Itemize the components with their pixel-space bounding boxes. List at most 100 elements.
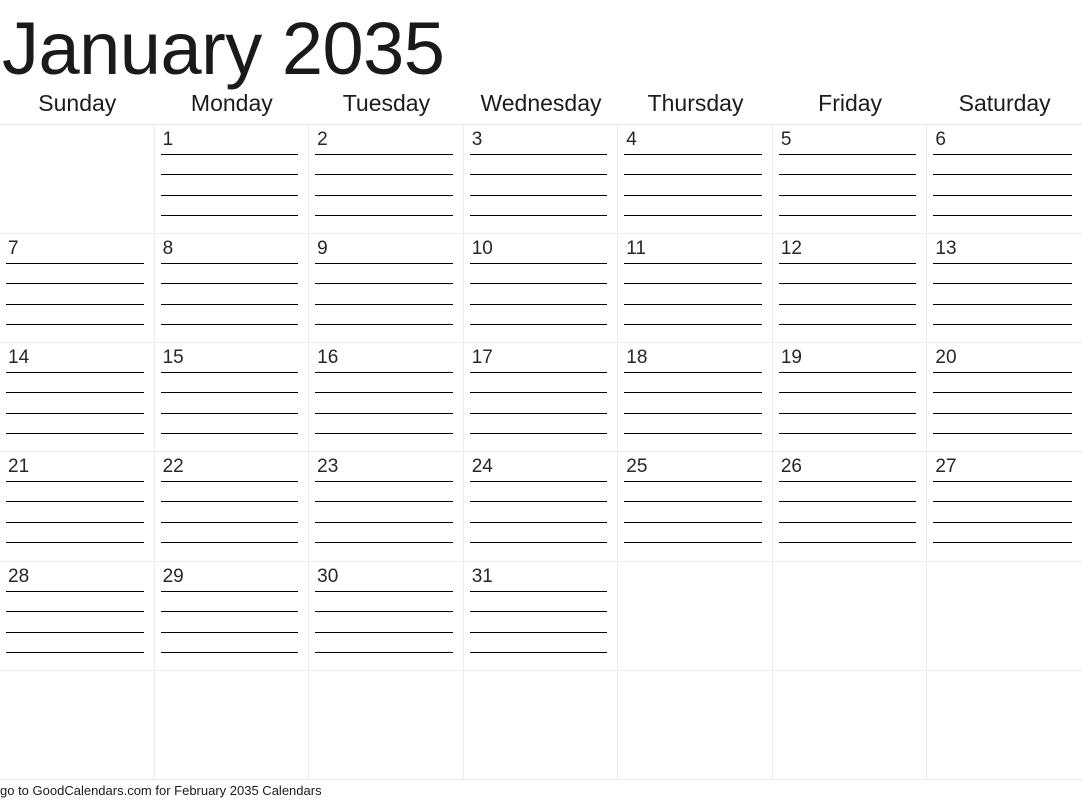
day-number: 22 <box>162 456 184 478</box>
note-rule-line <box>933 283 1072 285</box>
note-rule-lines <box>469 589 608 661</box>
note-rule-line <box>778 501 917 503</box>
note-rule-line <box>624 283 762 285</box>
day-cell-empty[interactable] <box>463 670 619 779</box>
note-rule-line <box>469 392 608 394</box>
day-cell-empty[interactable] <box>927 670 1082 779</box>
note-rule-line <box>160 501 299 503</box>
day-number: 24 <box>471 456 493 478</box>
day-cell[interactable]: 30 <box>309 561 464 670</box>
week-row: 14 15 16 17 18 19 20 <box>0 343 1082 453</box>
day-number: 6 <box>935 129 946 150</box>
note-rule-line <box>469 372 608 374</box>
note-rule-line <box>160 631 299 633</box>
note-rule-line <box>160 215 299 216</box>
note-rule-lines <box>624 479 762 551</box>
day-cell[interactable]: 6 <box>927 125 1082 234</box>
note-rule-line <box>315 501 453 503</box>
note-rule-lines <box>933 479 1072 551</box>
day-cell[interactable]: 19 <box>772 343 928 452</box>
day-cell-empty[interactable] <box>309 670 464 779</box>
day-cell[interactable]: 29 <box>154 561 310 670</box>
day-cell[interactable]: 16 <box>309 343 464 452</box>
note-rule-line <box>160 154 299 155</box>
note-rule-line <box>624 501 762 503</box>
day-cell[interactable]: 5 <box>772 125 928 234</box>
day-cell[interactable]: 12 <box>772 234 928 343</box>
day-cell[interactable]: 8 <box>154 234 310 343</box>
weekday-header-tuesday: Tuesday <box>342 90 431 116</box>
note-rule-lines <box>6 589 144 661</box>
note-rule-line <box>160 522 299 524</box>
day-number: 10 <box>471 238 493 260</box>
day-cell[interactable]: 28 <box>0 561 155 670</box>
day-cell[interactable]: 18 <box>618 343 773 452</box>
note-rule-line <box>469 283 608 285</box>
note-rule-line <box>933 542 1072 544</box>
day-cell[interactable]: 26 <box>772 452 928 561</box>
day-number: 19 <box>780 347 802 369</box>
week-row: 28 29 30 31 <box>0 561 1082 671</box>
day-cell-empty[interactable] <box>772 670 928 779</box>
day-cell[interactable]: 2 <box>309 125 464 234</box>
note-rule-line <box>160 195 299 196</box>
day-cell-empty[interactable] <box>0 125 155 234</box>
note-rule-line <box>160 542 299 544</box>
note-rule-line <box>315 542 453 544</box>
day-cell[interactable]: 7 <box>0 234 155 343</box>
note-rule-line <box>933 154 1072 155</box>
day-number: 2 <box>317 129 328 150</box>
day-cell[interactable]: 10 <box>463 234 619 343</box>
day-number: 28 <box>8 565 30 587</box>
note-rule-line <box>624 195 762 196</box>
day-cell[interactable]: 14 <box>0 343 155 452</box>
day-cell[interactable]: 20 <box>927 343 1082 452</box>
day-cell[interactable]: 11 <box>618 234 773 343</box>
day-number: 31 <box>471 565 493 587</box>
day-cell[interactable]: 15 <box>154 343 310 452</box>
day-cell[interactable]: 21 <box>0 452 155 561</box>
note-rule-line <box>778 522 917 524</box>
note-rule-line <box>160 433 299 435</box>
note-rule-line <box>469 522 608 524</box>
day-cell-empty[interactable] <box>772 561 928 670</box>
day-cell[interactable]: 22 <box>154 452 310 561</box>
day-cell[interactable]: 24 <box>463 452 619 561</box>
day-number: 14 <box>8 347 30 369</box>
note-rule-line <box>778 283 917 285</box>
note-rule-line <box>469 590 608 592</box>
note-rule-line <box>469 174 608 175</box>
note-rule-lines <box>469 479 608 551</box>
note-rule-line <box>315 304 453 306</box>
day-cell[interactable]: 17 <box>463 343 619 452</box>
day-number: 30 <box>317 565 339 587</box>
note-rule-line <box>6 651 144 653</box>
day-cell[interactable]: 1 <box>154 125 310 234</box>
calendar-grid: 1 2 3 4 5 6 7 8 9 10 11 12 13 14 15 16 17 18 19 20 21 22 23 24 2… <box>0 125 1082 780</box>
note-rule-lines <box>160 479 299 551</box>
day-cell[interactable]: 31 <box>463 561 619 670</box>
note-rule-line <box>315 283 453 285</box>
day-number: 18 <box>626 347 648 369</box>
note-rule-line <box>933 304 1072 306</box>
note-rule-line <box>6 590 144 592</box>
note-rule-line <box>469 413 608 415</box>
day-cell-empty[interactable] <box>618 561 773 670</box>
day-cell[interactable]: 9 <box>309 234 464 343</box>
note-rule-lines <box>778 370 917 442</box>
note-rule-line <box>469 542 608 544</box>
day-cell-empty[interactable] <box>618 670 773 779</box>
day-cell[interactable]: 3 <box>463 125 619 234</box>
day-cell[interactable]: 25 <box>618 452 773 561</box>
day-cell-empty[interactable] <box>154 670 310 779</box>
day-cell[interactable]: 23 <box>309 452 464 561</box>
day-cell[interactable]: 4 <box>618 125 773 234</box>
day-cell-empty[interactable] <box>927 561 1082 670</box>
note-rule-line <box>933 413 1072 415</box>
weekday-header-wednesday: Wednesday <box>480 90 602 116</box>
note-rule-line <box>6 542 144 544</box>
day-cell[interactable]: 13 <box>927 234 1082 343</box>
note-rule-line <box>160 174 299 175</box>
day-cell-empty[interactable] <box>0 670 155 779</box>
day-cell[interactable]: 27 <box>927 452 1082 561</box>
